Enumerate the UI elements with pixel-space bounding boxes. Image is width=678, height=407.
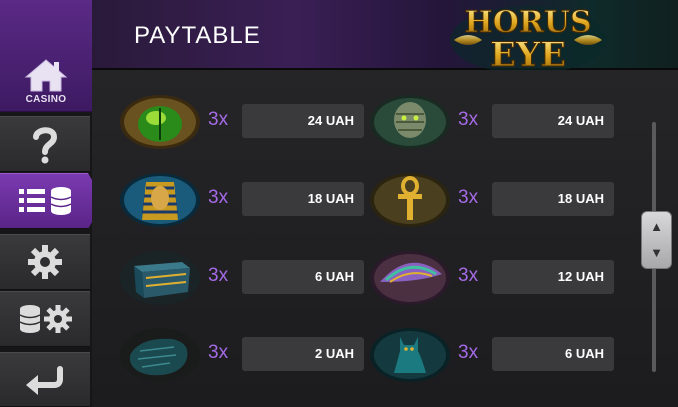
page-title: PAYTABLE [134, 22, 261, 49]
coins-gear-icon [0, 292, 90, 346]
payout-value: 6 UAH [492, 337, 614, 371]
stone-tablet-icon [120, 325, 204, 385]
multiplier: 3x [458, 187, 479, 208]
payout-value: 2 UAH [242, 337, 364, 371]
home-icon [24, 58, 68, 97]
winged-scarab-icon [370, 248, 454, 308]
multiplier: 3x [458, 109, 479, 130]
payout-value: 18 UAH [492, 182, 614, 216]
multiplier: 3x [458, 342, 479, 363]
payout-value: 24 UAH [242, 104, 364, 138]
multiplier: 3x [208, 187, 229, 208]
casino-label: CASINO [25, 94, 67, 105]
horus-eye-logo: HORUS EYE [448, 0, 608, 76]
paytable-icon [0, 174, 90, 228]
multiplier: 3x [208, 342, 229, 363]
green-scarab-icon [120, 92, 204, 152]
back-arrow-icon [0, 353, 90, 406]
mummy-icon [370, 92, 454, 152]
bastet-cat-icon [370, 325, 454, 385]
payout-value: 6 UAH [242, 260, 364, 294]
bet-settings-button[interactable] [0, 291, 90, 347]
scroll-up-icon[interactable]: ▲ [642, 220, 671, 234]
payout-value: 12 UAH [492, 260, 614, 294]
help-button[interactable] [0, 116, 90, 172]
treasure-chest-icon [120, 248, 204, 308]
paytable-panel: 3x 24 UAH 3x 24 UAH 3x 18 UAH 3x 18 UAH … [92, 70, 678, 407]
svg-text:EYE: EYE [490, 35, 566, 72]
scrollbar-thumb[interactable]: ▲ ▼ [641, 211, 672, 269]
payout-value: 18 UAH [242, 182, 364, 216]
gear-icon [0, 235, 90, 289]
multiplier: 3x [458, 265, 479, 286]
paytable-button[interactable] [0, 173, 104, 229]
multiplier: 3x [208, 265, 229, 286]
casino-home-button[interactable]: CASINO [0, 0, 92, 112]
scroll-down-icon[interactable]: ▼ [642, 246, 671, 260]
multiplier: 3x [208, 109, 229, 130]
back-button[interactable] [0, 352, 90, 407]
settings-button[interactable] [0, 234, 90, 290]
question-icon [0, 117, 90, 171]
sidebar: CASINO [0, 0, 104, 407]
pharaoh-mask-icon [120, 170, 204, 230]
golden-ankh-icon [370, 170, 454, 230]
payout-value: 24 UAH [492, 104, 614, 138]
header: PAYTABLE HORUS EYE [92, 0, 678, 76]
